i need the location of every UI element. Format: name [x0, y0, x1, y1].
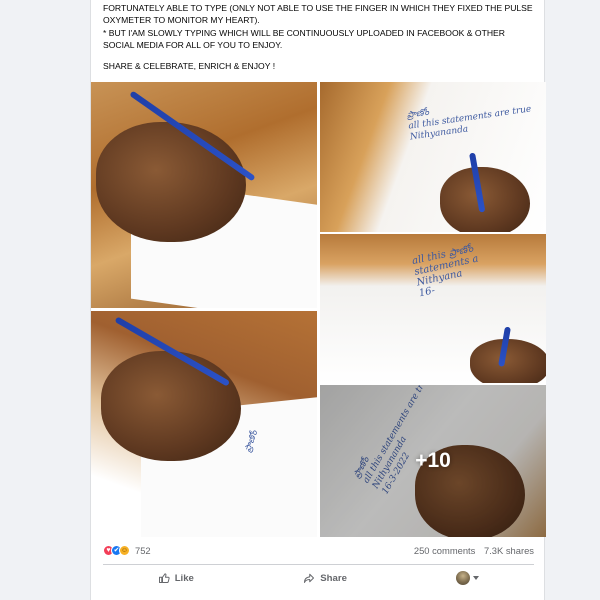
comments-shares: 250 comments 7.3K shares — [408, 545, 534, 556]
more-photos-overlay[interactable]: +10 — [320, 385, 546, 537]
share-label: Share — [320, 572, 347, 584]
post-text: FORTUNATELY ABLE TO TYPE (ONLY NOT ABLE … — [103, 2, 533, 72]
reactions-summary[interactable]: ♥ ✔ ☺ 752 — [103, 544, 151, 556]
like-label: Like — [174, 572, 194, 584]
audience-selector[interactable] — [456, 571, 480, 585]
caret-down-icon — [473, 576, 480, 580]
photo-4[interactable]: ప్రాణోం — [91, 311, 317, 537]
post-actions: Like Share — [103, 567, 534, 589]
comments-count-link[interactable]: 250 comments — [414, 545, 476, 556]
photo-2[interactable]: ప్రాణోం all this statements are true Nit… — [320, 82, 546, 232]
thumbs-up-icon — [158, 573, 170, 583]
avatar — [456, 571, 471, 585]
like-button[interactable]: Like — [158, 572, 194, 584]
reaction-count: 752 — [135, 544, 151, 556]
share-arrow-icon — [304, 573, 315, 583]
photo-gallery: ప్రాణోం all this statements are true Nit… — [91, 82, 546, 537]
post-text-line-3: SHARE & CELEBRATE, ENRICH & ENJOY ! — [103, 61, 276, 72]
engagement-stats: ♥ ✔ ☺ 752 250 comments 7.3K shares — [103, 541, 534, 559]
shares-count-link[interactable]: 7.3K shares — [484, 545, 534, 556]
post-text-line-1: FORTUNATELY ABLE TO TYPE (ONLY NOT ABLE … — [103, 3, 533, 26]
photo-1[interactable] — [91, 82, 317, 308]
post-card: FORTUNATELY ABLE TO TYPE (ONLY NOT ABLE … — [90, 0, 546, 600]
photo-5[interactable]: ప్రాణోం all this statements are true Nit… — [320, 385, 546, 537]
care-reaction-icon: ☺ — [119, 544, 130, 556]
share-button[interactable]: Share — [303, 572, 347, 584]
photo-3-handwriting: all this ప్రాణోం statements a Nithyana 1… — [411, 243, 480, 300]
photo-3[interactable]: all this ప్రాణోం statements a Nithyana 1… — [320, 234, 546, 383]
more-photos-count: +10 — [415, 449, 451, 472]
post-text-line-2: * BUT I'AM SLOWLY TYPING WHICH WILL BE C… — [103, 27, 505, 50]
actions-divider — [103, 564, 534, 565]
photo-2-handwriting: ప్రాణోం all this statements are true Nit… — [406, 104, 532, 143]
